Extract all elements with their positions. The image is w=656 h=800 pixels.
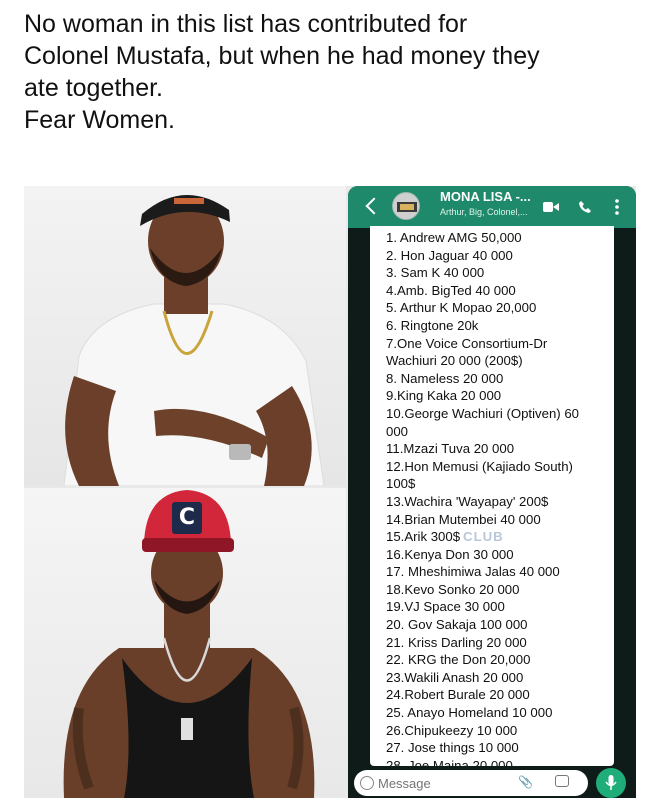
chat-header: MONA LISA -... Arthur, Big, Colonel,... [348, 186, 636, 228]
phone-icon[interactable] [576, 198, 594, 216]
caption-line: No woman in this list has contributed fo… [24, 10, 468, 38]
list-item: 10.George Wachiuri (Optiven) 60 [386, 405, 580, 421]
mic-button[interactable] [596, 768, 626, 798]
list-item: 18.Kevo Sonko 20 000 [386, 581, 520, 597]
emoji-icon[interactable] [360, 776, 374, 790]
list-item: 1. Andrew AMG 50,000 [386, 230, 522, 245]
caption-line: Fear Women. [24, 106, 175, 134]
list-item: 15.Arik 300$ CLUB [386, 528, 614, 546]
list-item: 21. Kriss Darling 20 000 [386, 634, 527, 650]
whatsapp-chat-screenshot: MONA LISA -... Arthur, Big, Colonel,... … [348, 186, 636, 798]
mic-icon [605, 775, 617, 790]
list-item: 14.Brian Mutembei 40 000 [386, 511, 541, 527]
list-item: 8. Nameless 20 000 [386, 370, 504, 386]
chat-participants: Arthur, Big, Colonel,... [440, 207, 528, 217]
list-item: 5. Arthur K Mopao 20,000 [386, 300, 537, 316]
list-item: 19.VJ Space 30 000 [386, 599, 505, 615]
list-item: 26.Chipukeezy 10 000 [386, 722, 518, 738]
list-item: 25. Anayo Homeland 10 000 [386, 705, 553, 721]
list-item: 27. Jose things 10 000 [386, 740, 519, 756]
list-item: 20. Gov Sakaja 100 000 [386, 617, 528, 633]
message-input[interactable] [354, 770, 588, 796]
man-black-tanktop-illustration [63, 490, 315, 798]
list-item: 12.Hon Memusi (Kajiado South) [386, 458, 573, 474]
list-item: 4.Amb. BigTed 40 000 [386, 282, 516, 298]
list-item: 23.Wakili Anash 20 000 [386, 669, 524, 685]
cap-logo: C [172, 502, 202, 534]
list-item: 6. Ringtone 20k [386, 317, 479, 333]
group-avatar[interactable] [392, 192, 420, 220]
camera-icon[interactable] [555, 775, 569, 787]
list-item: Wachiuri 20 000 (200$) [386, 353, 523, 369]
list-item: 100$ [386, 476, 416, 492]
caption-line: ate together. [24, 74, 164, 102]
list-item: 3. Sam K 40 000 [386, 265, 485, 281]
photo-man-black-tanktop: C [24, 488, 346, 798]
list-item: 22. KRG the Don 20,000 [386, 652, 531, 668]
list-item: 7.One Voice Consortium-Dr [386, 335, 548, 351]
list-item: 000 [386, 423, 409, 439]
list-item: 2. Hon Jaguar 40 000 [386, 247, 513, 263]
video-call-icon[interactable] [542, 198, 560, 216]
list-item: 16.Kenya Don 30 000 [386, 546, 514, 562]
message-composer: 📎 [348, 766, 636, 798]
contributions-list-message: 1. Andrew AMG 50,000 2. Hon Jaguar 40 00… [370, 226, 614, 773]
photo-man-white-tshirt [24, 186, 346, 486]
list-item-text: 15.Arik 300$ [386, 529, 461, 545]
man-white-tshirt-illustration [63, 194, 325, 486]
caption-line: Colonel Mustafa, but when he had money t… [24, 42, 540, 70]
attach-icon[interactable]: 📎 [518, 775, 533, 789]
list-item: 24.Robert Burale 20 000 [386, 687, 530, 703]
list-item: 13.Wachira 'Wayapay' 200$ [386, 493, 549, 509]
watermark-text: CLUB [463, 529, 504, 545]
chat-title[interactable]: MONA LISA -... [440, 189, 531, 204]
list-item: 17. Mheshimiwa Jalas 40 000 [386, 564, 560, 580]
post-caption: No woman in this list has contributed fo… [24, 8, 634, 136]
more-options-icon[interactable] [608, 198, 626, 216]
collage-image[interactable]: C MONA LISA -... Arthur, Big, Colonel,..… [24, 186, 636, 798]
cap-letter: C [178, 505, 196, 530]
list-item: 11.Mzazi Tuva 20 000 [386, 441, 515, 457]
list-item: 9.King Kaka 20 000 [386, 388, 502, 404]
back-arrow-icon[interactable] [365, 197, 383, 215]
